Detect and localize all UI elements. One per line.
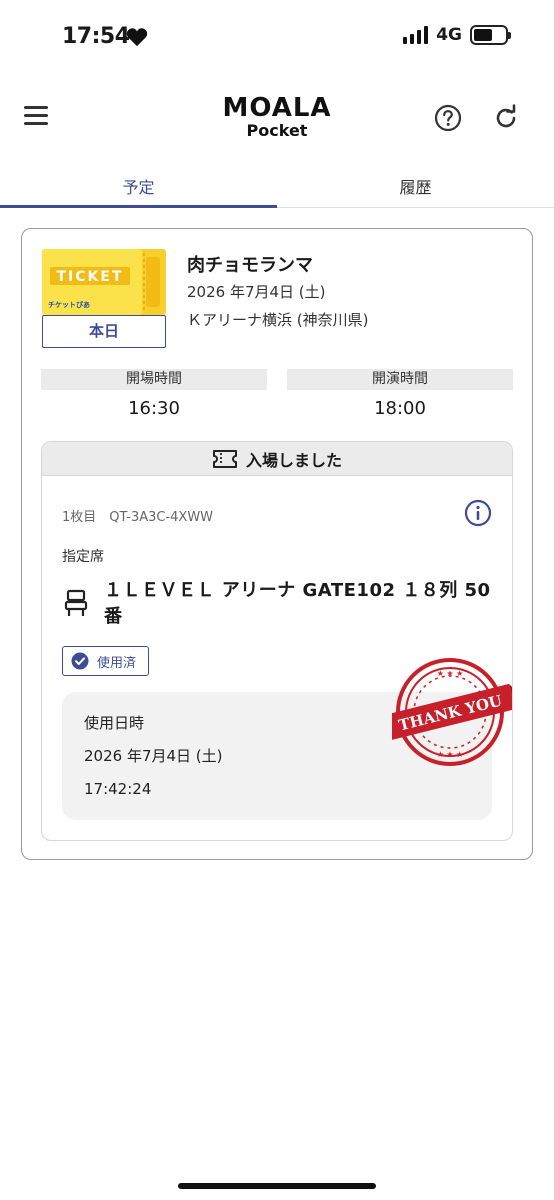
app-header: MOALA Pocket	[0, 76, 554, 160]
status-bar: 17:54 4G	[0, 0, 554, 76]
svg-text:★ ★ ★: ★ ★ ★	[437, 669, 464, 678]
seat-icon	[64, 589, 88, 616]
app-logo: MOALA Pocket	[200, 94, 354, 140]
event-title: 肉チョモランマ	[187, 255, 313, 276]
seat-type: 指定席	[62, 549, 104, 565]
battery-icon	[470, 25, 511, 45]
ticket-thumbnail: TICKET チケットぴあ	[42, 249, 166, 315]
ticket-icon	[212, 449, 237, 468]
show-start-label: 開演時間	[287, 369, 513, 390]
door-open-label: 開場時間	[41, 369, 267, 390]
tab-bar: 予定 履歴	[0, 162, 554, 208]
used-time: 17:42:24	[84, 780, 152, 798]
ticket-card[interactable]: TICKET チケットぴあ 本日 肉チョモランマ 2026 年7月4日 (土) …	[21, 228, 533, 860]
logo-sub-text: Pocket	[246, 121, 308, 140]
signal-icon	[403, 26, 429, 44]
thank-you-stamp: THANK YOU ★ ★ ★ ★ ★ ★	[392, 658, 512, 766]
heart-icon	[126, 28, 148, 47]
door-open-block: 開場時間 16:30	[41, 369, 267, 419]
help-icon[interactable]	[434, 104, 462, 132]
tab-history[interactable]: 履歴	[277, 162, 554, 207]
event-date: 2026 年7月4日 (土)	[187, 283, 326, 301]
entry-status-box: 入場しました 1枚目 QT-3A3C-4XWW 指定席 １ＬＥＶＥＬ アリーナ …	[41, 441, 513, 841]
status-time: 17:54	[62, 24, 130, 49]
ticket-thumbnail-text: TICKET	[57, 269, 124, 285]
show-start-block: 開演時間 18:00	[287, 369, 513, 419]
used-badge: 使用済	[62, 646, 150, 676]
entry-status-header: 入場しました	[42, 442, 512, 476]
refresh-icon[interactable]	[492, 104, 520, 132]
entry-status-text: 入場しました	[245, 450, 342, 470]
home-indicator[interactable]	[178, 1183, 376, 1189]
check-circle-icon	[71, 652, 89, 670]
show-start-time: 18:00	[374, 398, 426, 419]
svg-text:★ ★ ★: ★ ★ ★	[437, 750, 464, 759]
ticket-number: 1枚目 QT-3A3C-4XWW	[62, 510, 214, 525]
info-icon[interactable]	[464, 499, 492, 527]
menu-icon[interactable]	[24, 106, 48, 126]
ticket-brand-text: チケットぴあ	[48, 300, 90, 309]
tab-scheduled[interactable]: 予定	[0, 162, 277, 208]
door-open-time: 16:30	[128, 398, 180, 419]
today-badge: 本日	[42, 315, 166, 348]
status-indicators: 4G	[403, 25, 511, 45]
used-badge-label: 使用済	[97, 655, 137, 671]
event-venue: Ｋアリーナ横浜 (神奈川県)	[187, 311, 369, 329]
logo-main-text: MOALA	[222, 93, 332, 123]
network-type: 4G	[436, 25, 462, 45]
seat-details: １ＬＥＶＥＬ アリーナ GATE102 １８列 50番	[104, 580, 491, 627]
